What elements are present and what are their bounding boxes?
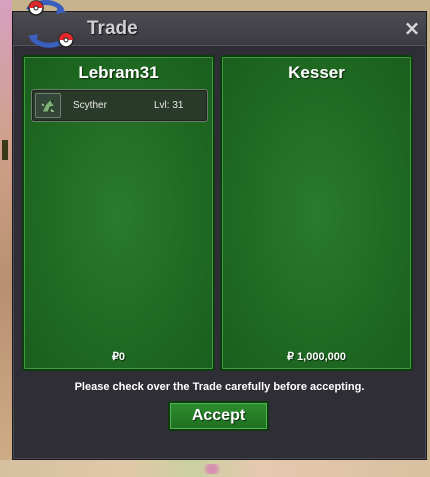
- background-detail: [2, 140, 8, 160]
- pokemon-level: Lvl: 31: [154, 100, 184, 111]
- trade-window: Trade × Lebram31 Scyther Lvl: 31 ₽0 Kess…: [12, 11, 427, 460]
- background-flower: [200, 464, 224, 474]
- trade-logo-icon: [26, 0, 74, 48]
- trade-notice: Please check over the Trade carefully be…: [74, 381, 365, 393]
- player-money: ₽0: [111, 351, 126, 363]
- player-name: Kesser: [288, 63, 345, 82]
- player-name: Lebram31: [78, 63, 159, 82]
- close-button[interactable]: ×: [402, 18, 422, 38]
- background-bottom-scene: [0, 460, 430, 477]
- scyther-icon: [35, 93, 61, 118]
- player-panel-right: Kesser ₽ 1,000,000: [220, 55, 413, 371]
- player-panel-left: Lebram31 Scyther Lvl: 31 ₽0: [22, 55, 215, 371]
- player-money: ₽ 1,000,000: [287, 351, 346, 363]
- pokemon-slot[interactable]: Scyther Lvl: 31: [31, 89, 208, 122]
- background-left-scene: [0, 0, 12, 477]
- window-title: Trade: [87, 18, 138, 39]
- pokemon-name: Scyther: [73, 100, 107, 111]
- accept-button[interactable]: Accept: [168, 401, 269, 431]
